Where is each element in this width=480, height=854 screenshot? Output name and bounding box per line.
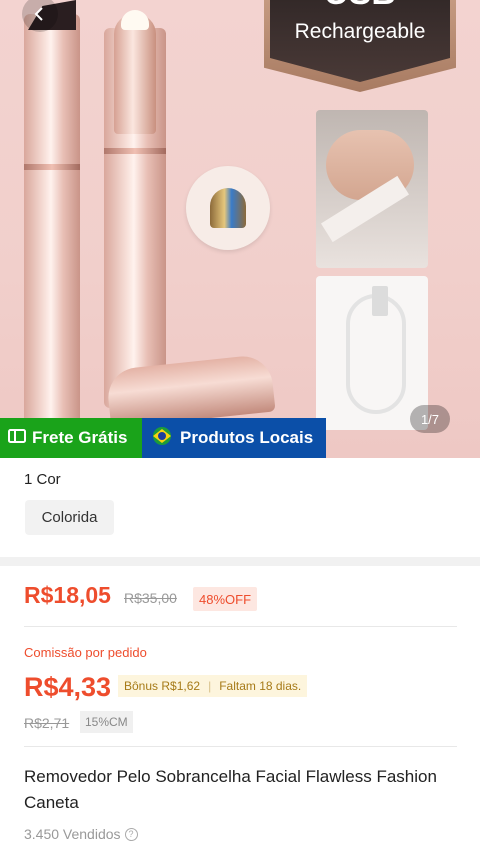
- bonus-days-left: Faltam 18 dias.: [219, 679, 302, 693]
- badge-subtitle: Rechargeable: [294, 20, 426, 43]
- question-icon[interactable]: ?: [124, 827, 138, 841]
- pen-ring: [104, 148, 166, 154]
- pen-image-left: [24, 14, 80, 434]
- truck-icon: [8, 428, 26, 449]
- original-commission: R$2,71: [24, 715, 70, 731]
- pen-head: [114, 14, 156, 134]
- divider: [24, 626, 457, 627]
- pen-ring: [24, 164, 80, 170]
- free-shipping-label: Frete Grátis: [32, 428, 128, 447]
- bonus-badge: Bônus R$1,62 | Faltam 18 dias.: [118, 675, 308, 697]
- product-title: Removedor Pelo Sobrancelha Facial Flawle…: [24, 767, 437, 812]
- arrow-left-icon: [34, 7, 43, 21]
- sold-count-text: 3.450 Vendidos: [24, 826, 121, 842]
- bonus-amount: Bônus R$1,62: [124, 679, 201, 693]
- commission-rate-badge: 15%CM: [80, 711, 133, 733]
- variant-option-colorida[interactable]: Colorida: [25, 500, 114, 535]
- image-counter: 1/7: [410, 405, 450, 433]
- badge-title: USB: [270, 0, 450, 10]
- discount-badge: 48%OFF: [193, 587, 258, 611]
- variant-count: 1 Cor: [24, 471, 61, 488]
- usb-cable-photo: [316, 276, 428, 430]
- commission-label: Comissão por pedido: [24, 645, 147, 660]
- current-price: R$18,05: [24, 582, 111, 608]
- pen-light-tip: [121, 10, 149, 30]
- commission-value: R$4,33: [24, 672, 112, 702]
- original-price: R$35,00: [124, 590, 177, 606]
- usb-badge: USB Rechargeable: [264, 0, 456, 92]
- local-products-label: Produtos Locais: [180, 428, 314, 447]
- blade-head: [210, 188, 246, 228]
- section-divider: [0, 557, 480, 566]
- usage-photo: [316, 110, 428, 268]
- free-shipping-banner: Frete Grátis: [0, 418, 142, 458]
- product-image-carousel[interactable]: USB Rechargeable 1/7: [0, 0, 480, 458]
- local-products-banner: Produtos Locais: [142, 418, 326, 458]
- sold-count: 3.450 Vendidos ?: [24, 826, 138, 842]
- divider: [24, 746, 457, 747]
- blade-closeup: [186, 166, 270, 250]
- brazil-flag-icon: [150, 426, 174, 450]
